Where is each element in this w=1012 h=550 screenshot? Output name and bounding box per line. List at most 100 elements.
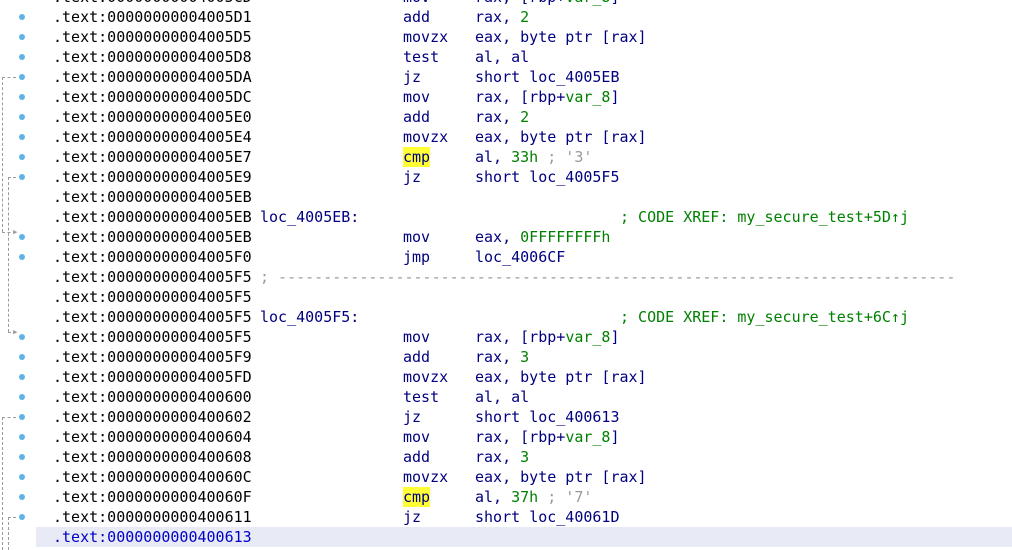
listing-row[interactable]: .text:00000000004005F5 bbox=[36, 287, 1012, 307]
address[interactable]: .text:0000000000400608 bbox=[53, 447, 252, 467]
address[interactable]: .text:0000000000400600 bbox=[53, 387, 252, 407]
operands[interactable]: eax, byte ptr [rax] bbox=[475, 367, 647, 387]
listing-row[interactable]: .text:00000000004005EB mov eax, 0FFFFFFFFh bbox=[36, 227, 1012, 247]
address[interactable]: .text:00000000004005EB bbox=[53, 207, 252, 227]
operands[interactable]: rax, [rbp+var_8] bbox=[475, 87, 620, 107]
mnemonic[interactable]: add bbox=[403, 447, 430, 467]
disassembly-listing[interactable]: .text:00000000004005CD mov rax, [rbp+var_8… bbox=[36, 0, 1012, 547]
mnemonic[interactable]: jz bbox=[403, 407, 421, 427]
operands[interactable]: loc_4006CF bbox=[475, 247, 565, 267]
operands[interactable]: short loc_4005EB bbox=[475, 67, 620, 87]
listing-row[interactable]: .text:0000000000400604 mov rax, [rbp+var_8… bbox=[36, 427, 1012, 447]
address[interactable]: .text:00000000004005F5 bbox=[53, 327, 252, 347]
mnemonic[interactable]: cmp bbox=[403, 147, 431, 167]
mnemonic[interactable]: mov bbox=[403, 327, 430, 347]
current-line[interactable]: .text:0000000000400613 bbox=[36, 527, 1012, 547]
mnemonic[interactable]: movzx bbox=[403, 27, 448, 47]
operands[interactable]: al, 37h ; '7' bbox=[475, 487, 592, 507]
listing-row[interactable]: .text:00000000004005E9 jz short loc_4005F5 bbox=[36, 167, 1012, 187]
mnemonic[interactable]: mov bbox=[403, 0, 430, 7]
operands[interactable]: rax, 3 bbox=[475, 347, 529, 367]
listing-row[interactable]: .text:00000000004005D1 add rax, 2 bbox=[36, 7, 1012, 27]
operands[interactable]: rax, 2 bbox=[475, 107, 529, 127]
address[interactable]: .text:00000000004005CD bbox=[53, 0, 252, 7]
mnemonic[interactable]: add bbox=[403, 7, 430, 27]
xref-comment[interactable]: ; CODE XREF: my_secure_test+6C↑j bbox=[620, 307, 909, 327]
mnemonic[interactable]: test bbox=[403, 47, 439, 67]
mnemonic[interactable]: jz bbox=[403, 67, 421, 87]
stack-variable[interactable]: var_8 bbox=[565, 428, 610, 446]
mnemonic[interactable]: test bbox=[403, 387, 439, 407]
listing-row[interactable]: .text:00000000004005D5 movzx eax, byte ptr… bbox=[36, 27, 1012, 47]
listing-row[interactable]: .text:00000000004005DA jz short loc_4005EB bbox=[36, 67, 1012, 87]
listing-row[interactable]: .text:00000000004005F5 mov rax, [rbp+var_8… bbox=[36, 327, 1012, 347]
operands[interactable]: rax, 3 bbox=[475, 447, 529, 467]
address[interactable]: .text:00000000004005D5 bbox=[53, 27, 252, 47]
address[interactable]: .text:00000000004005E7 bbox=[53, 147, 252, 167]
address[interactable]: .text:00000000004005F5 bbox=[53, 287, 252, 307]
mnemonic[interactable]: movzx bbox=[403, 467, 448, 487]
listing-row[interactable]: .text:0000000000400600 test al, al bbox=[36, 387, 1012, 407]
operands[interactable]: rax, [rbp+var_8] bbox=[475, 0, 620, 7]
mnemonic[interactable]: jz bbox=[403, 167, 421, 187]
address[interactable]: .text:00000000004005EB bbox=[53, 187, 252, 207]
address[interactable]: .text:0000000000400602 bbox=[53, 407, 252, 427]
location-ref[interactable]: loc_400613 bbox=[529, 408, 619, 426]
code-label[interactable]: loc_4005EB: bbox=[260, 207, 359, 227]
address[interactable]: .text:0000000000400611 bbox=[53, 507, 252, 527]
operands[interactable]: rax, 2 bbox=[475, 7, 529, 27]
listing-row[interactable]: .text:00000000004005EB loc_4005EB: ; CODE … bbox=[36, 207, 1012, 227]
mnemonic[interactable]: cmp bbox=[403, 487, 431, 507]
listing-row[interactable]: .text:00000000004005CD mov rax, [rbp+var_8… bbox=[36, 0, 1012, 7]
listing-row[interactable]: .text:00000000004005EB bbox=[36, 187, 1012, 207]
address[interactable]: .text:00000000004005E4 bbox=[53, 127, 252, 147]
operands[interactable]: rax, [rbp+var_8] bbox=[475, 327, 620, 347]
stack-variable[interactable]: var_8 bbox=[565, 0, 610, 6]
operands[interactable]: eax, byte ptr [rax] bbox=[475, 467, 647, 487]
operands[interactable]: rax, [rbp+var_8] bbox=[475, 427, 620, 447]
address[interactable]: .text:00000000004005DC bbox=[53, 87, 252, 107]
mnemonic[interactable]: movzx bbox=[403, 127, 448, 147]
location-ref[interactable]: loc_40061D bbox=[529, 508, 619, 526]
mnemonic[interactable]: jmp bbox=[403, 247, 430, 267]
stack-variable[interactable]: var_8 bbox=[565, 88, 610, 106]
operands[interactable]: short loc_400613 bbox=[475, 407, 620, 427]
address[interactable]: .text:00000000004005D1 bbox=[53, 7, 252, 27]
listing-row[interactable]: .text:00000000004005E4 movzx eax, byte ptr… bbox=[36, 127, 1012, 147]
address[interactable]: .text:00000000004005F0 bbox=[53, 247, 252, 267]
operands[interactable]: eax, 0FFFFFFFFh bbox=[475, 227, 610, 247]
address[interactable]: .text:00000000004005F9 bbox=[53, 347, 252, 367]
listing-row[interactable]: .text:0000000000400611 jz short loc_40061D bbox=[36, 507, 1012, 527]
location-ref[interactable]: loc_4005F5 bbox=[529, 168, 619, 186]
listing-row[interactable]: .text:00000000004005E0 add rax, 2 bbox=[36, 107, 1012, 127]
location-ref[interactable]: loc_4006CF bbox=[475, 248, 565, 266]
operands[interactable]: short loc_4005F5 bbox=[475, 167, 620, 187]
listing-row[interactable]: .text:0000000000400608 add rax, 3 bbox=[36, 447, 1012, 467]
listing-row[interactable]: .text:00000000004005E7 cmp al, 33h ; '3' bbox=[36, 147, 1012, 167]
stack-variable[interactable]: var_8 bbox=[565, 328, 610, 346]
address[interactable]: .text:0000000000400613 bbox=[53, 527, 252, 547]
mnemonic[interactable]: add bbox=[403, 347, 430, 367]
mnemonic[interactable]: movzx bbox=[403, 367, 448, 387]
listing-row[interactable]: .text:00000000004005F5 ; ----------------… bbox=[36, 267, 1012, 287]
operands[interactable]: al, 33h ; '3' bbox=[475, 147, 592, 167]
listing-row[interactable]: .text:00000000004005D8 test al, al bbox=[36, 47, 1012, 67]
address[interactable]: .text:00000000004005EB bbox=[53, 227, 252, 247]
address[interactable]: .text:00000000004005DA bbox=[53, 67, 252, 87]
location-ref[interactable]: loc_4005EB bbox=[529, 68, 619, 86]
mnemonic[interactable]: mov bbox=[403, 227, 430, 247]
operands[interactable]: eax, byte ptr [rax] bbox=[475, 27, 647, 47]
code-label[interactable]: loc_4005F5: bbox=[260, 307, 359, 327]
listing-row[interactable]: .text:000000000040060F cmp al, 37h ; '7' bbox=[36, 487, 1012, 507]
mnemonic[interactable]: jz bbox=[403, 507, 421, 527]
address[interactable]: .text:00000000004005D8 bbox=[53, 47, 252, 67]
listing-row[interactable]: .text:00000000004005DC mov rax, [rbp+var_8… bbox=[36, 87, 1012, 107]
mnemonic[interactable]: mov bbox=[403, 427, 430, 447]
listing-row[interactable]: .text:00000000004005F0 jmp loc_4006CF bbox=[36, 247, 1012, 267]
address[interactable]: .text:00000000004005F5 bbox=[53, 307, 252, 327]
address[interactable]: .text:00000000004005FD bbox=[53, 367, 252, 387]
listing-row[interactable]: .text:00000000004005F9 add rax, 3 bbox=[36, 347, 1012, 367]
mnemonic[interactable]: add bbox=[403, 107, 430, 127]
address[interactable]: .text:000000000040060F bbox=[53, 487, 252, 507]
address[interactable]: .text:0000000000400604 bbox=[53, 427, 252, 447]
